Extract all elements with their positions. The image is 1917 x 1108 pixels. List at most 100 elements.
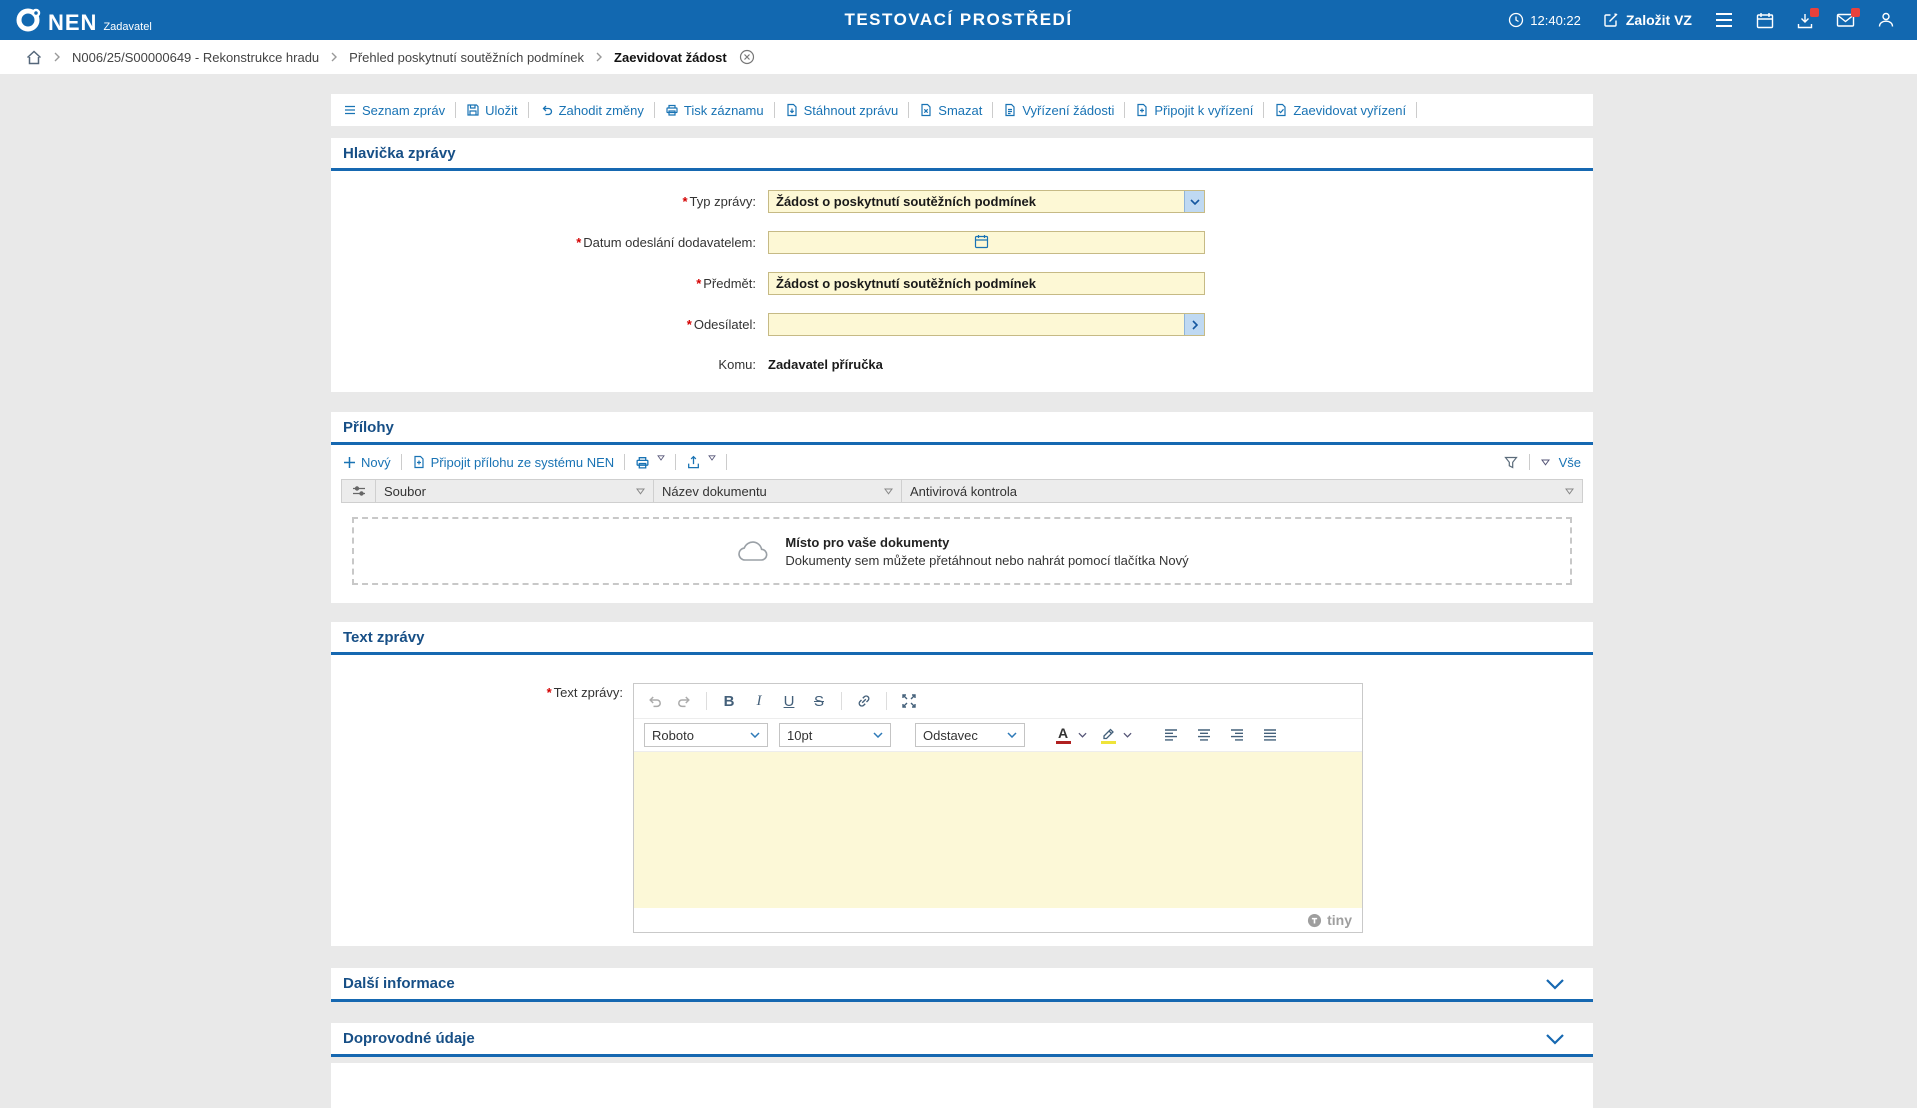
calendar-icon[interactable]	[1756, 12, 1774, 29]
attach-from-nen-button[interactable]: Připojit přílohu ze systému NEN	[412, 455, 615, 470]
align-center-icon[interactable]	[1190, 722, 1218, 748]
action-tisk-zaznamu[interactable]: Tisk záznamu	[665, 103, 764, 118]
form-row-predmet: *Předmět: Žádost o poskytnutí soutěžních…	[331, 263, 1593, 304]
divider	[1124, 102, 1125, 118]
action-stahnout-zpravu[interactable]: Stáhnout zprávu	[785, 103, 899, 118]
undo-icon[interactable]	[640, 688, 668, 714]
predmet-input[interactable]: Žádost o poskytnutí soutěžních podmínek	[768, 272, 1205, 295]
section-doprovodne-udaje[interactable]: Doprovodné údaje	[331, 1023, 1593, 1057]
chevron-down-icon[interactable]	[1545, 978, 1565, 990]
downloads-icon[interactable]	[1796, 12, 1814, 29]
divider	[706, 692, 707, 710]
fullscreen-icon[interactable]	[895, 688, 923, 714]
divider	[908, 102, 909, 118]
plus-icon	[343, 456, 356, 469]
action-label: Uložit	[485, 103, 518, 118]
action-ulozit[interactable]: Uložit	[466, 103, 518, 118]
action-seznam-zprav[interactable]: Seznam zpráv	[343, 103, 445, 118]
align-right-icon[interactable]	[1223, 722, 1251, 748]
odesilatel-input[interactable]	[768, 313, 1205, 336]
user-icon[interactable]	[1877, 11, 1895, 29]
breadcrumb-item-overview[interactable]: Přehled poskytnutí soutěžních podmínek	[349, 50, 584, 65]
column-label: Antivirová kontrola	[910, 484, 1017, 499]
strikethrough-button[interactable]: S	[805, 688, 833, 714]
print-attachments-button[interactable]	[635, 455, 665, 470]
align-left-icon[interactable]	[1157, 722, 1185, 748]
align-justify-icon[interactable]	[1256, 722, 1284, 748]
action-label: Zahodit změny	[559, 103, 644, 118]
action-pripojit-k-vyrizeni[interactable]: Připojit k vyřízení	[1135, 103, 1253, 118]
message-header-form: *Typ zprávy: Žádost o poskytnutí soutěžn…	[331, 171, 1593, 383]
divider	[624, 454, 625, 470]
action-vyrizeni-zadosti[interactable]: Vyřízení žádosti	[1003, 103, 1114, 118]
section-text-zpravy: Text zprávy *Text zprávy: B I U S Roboto…	[331, 622, 1593, 946]
print-icon	[635, 455, 650, 470]
column-header-soubor[interactable]: Soubor	[376, 480, 654, 502]
redo-icon[interactable]	[670, 688, 698, 714]
column-header-antivirova-kontrola[interactable]: Antivirová kontrola	[902, 480, 1582, 502]
attachments-table-header: Soubor Název dokumentu Antivirová kontro…	[341, 479, 1583, 503]
highlight-color-button[interactable]	[1096, 722, 1120, 748]
downloads-badge	[1810, 8, 1819, 17]
font-family-select[interactable]: Roboto	[644, 723, 768, 747]
funnel-filter-icon[interactable]	[1504, 456, 1518, 469]
field-label: Komu:	[331, 357, 768, 372]
home-icon[interactable]	[26, 50, 42, 65]
column-header-nazev-dokumentu[interactable]: Název dokumentu	[654, 480, 902, 502]
action-smazat[interactable]: Smazat	[919, 103, 982, 118]
underline-button[interactable]: U	[775, 688, 803, 714]
forecolor-glyph: A	[1058, 726, 1068, 741]
export-attachments-button[interactable]	[686, 455, 716, 470]
dropzone-title: Místo pro vaše dokumenty	[785, 535, 1188, 550]
predmet-value: Žádost o poskytnutí soutěžních podmínek	[776, 276, 1036, 291]
create-vz-button[interactable]: Založit VZ	[1603, 12, 1692, 28]
action-zahodit-zmeny[interactable]: Zahodit změny	[539, 103, 644, 118]
undo-icon	[539, 103, 554, 117]
next-section-panel	[331, 1063, 1593, 1108]
show-all-link[interactable]: Vše	[1559, 455, 1581, 470]
mail-icon[interactable]	[1836, 12, 1855, 28]
font-size-select[interactable]: 10pt	[779, 723, 891, 747]
nen-logo[interactable]: NEN Zadavatel	[0, 6, 152, 34]
divider	[528, 102, 529, 118]
link-icon[interactable]	[850, 688, 878, 714]
create-vz-label: Založit VZ	[1626, 12, 1692, 28]
alignment-buttons	[1157, 722, 1284, 748]
field-label: *Předmět:	[331, 276, 768, 291]
section-dalsi-informace[interactable]: Další informace	[331, 968, 1593, 1002]
chevron-right-icon[interactable]	[1184, 314, 1204, 335]
action-label: Seznam zpráv	[362, 103, 445, 118]
chevron-down-icon	[873, 732, 883, 738]
new-attachment-button[interactable]: Nový	[343, 455, 391, 470]
datum-odeslani-input[interactable]	[768, 231, 1205, 254]
menu-icon[interactable]	[1714, 11, 1734, 29]
chevron-down-icon[interactable]	[1545, 1033, 1565, 1045]
filter-triangle-icon[interactable]	[636, 488, 645, 495]
filter-triangle-icon[interactable]	[1541, 459, 1550, 466]
attachments-dropzone[interactable]: Místo pro vaše dokumenty Dokumenty sem m…	[352, 517, 1572, 585]
dropzone-text: Místo pro vaše dokumenty Dokumenty sem m…	[785, 535, 1188, 568]
close-tab-icon[interactable]	[739, 49, 755, 65]
text-color-button[interactable]: A	[1051, 722, 1075, 748]
italic-button[interactable]: I	[745, 688, 773, 714]
dropdown-mini-icon[interactable]	[657, 455, 665, 461]
filter-triangle-icon[interactable]	[1565, 488, 1574, 495]
block-format-select[interactable]: Odstavec	[915, 723, 1025, 747]
chevron-down-icon[interactable]	[1184, 191, 1204, 212]
edit-icon	[1603, 12, 1619, 28]
filter-triangle-icon[interactable]	[884, 488, 893, 495]
action-zaevidovat-vyrizeni[interactable]: Zaevidovat vyřízení	[1274, 103, 1406, 118]
breadcrumb-item-contract[interactable]: N006/25/S00000649 - Rekonstrukce hradu	[72, 50, 319, 65]
text-color-dropdown-icon[interactable]	[1075, 722, 1090, 748]
calendar-picker-icon[interactable]	[974, 234, 989, 249]
section-title: Přílohy	[343, 419, 394, 436]
bold-button[interactable]: B	[715, 688, 743, 714]
editor-content-area[interactable]	[634, 752, 1362, 908]
divider	[1529, 454, 1530, 470]
typ-zpravy-select[interactable]: Žádost o poskytnutí soutěžních podmínek	[768, 190, 1205, 213]
highlight-dropdown-icon[interactable]	[1120, 722, 1135, 748]
new-attachment-label: Nový	[361, 455, 391, 470]
table-settings-cell[interactable]	[342, 480, 376, 502]
divider	[654, 102, 655, 118]
dropdown-mini-icon[interactable]	[708, 455, 716, 461]
